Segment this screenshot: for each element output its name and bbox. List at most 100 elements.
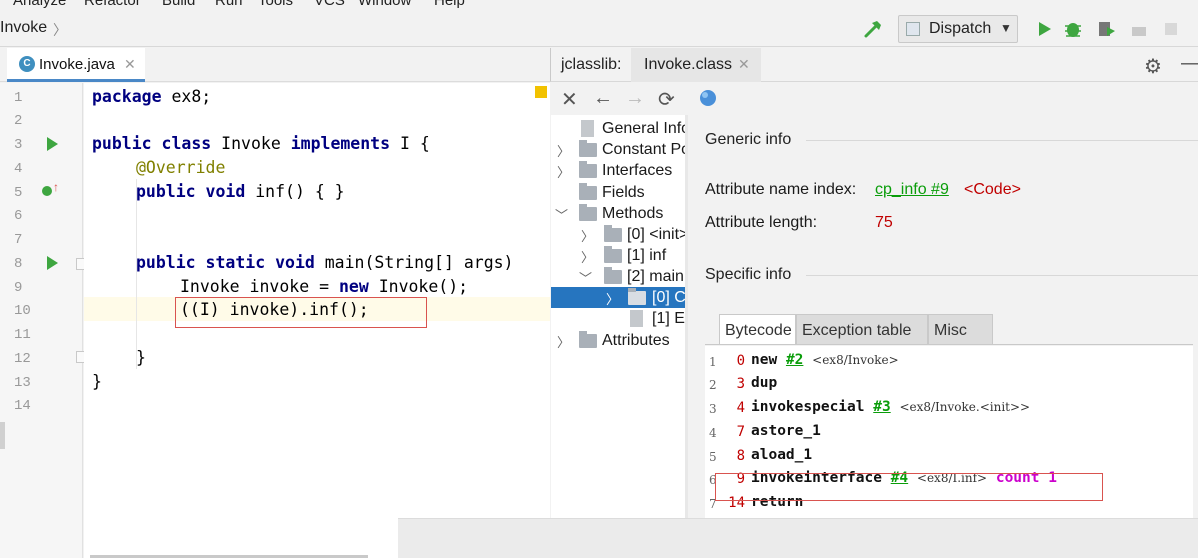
chevron-right-icon[interactable]: 〉 <box>581 226 594 245</box>
breadcrumb[interactable]: Invoke <box>0 19 47 37</box>
tree-node-attributes[interactable]: 〉 Attributes <box>551 331 685 353</box>
tool-window-stripe <box>0 422 5 449</box>
constant-pool-link[interactable]: #3 <box>873 399 890 415</box>
bytecode-instruction: astore_1 <box>751 423 821 439</box>
constant-pool-link[interactable]: #2 <box>786 352 803 368</box>
menu-window[interactable]: Window <box>358 0 411 9</box>
gear-icon[interactable]: ⚙ <box>1144 54 1162 79</box>
tree-node-method-init[interactable]: 〉 [0] <init> <box>551 225 685 247</box>
close-icon[interactable]: ✕ <box>738 56 750 73</box>
tree-node-methods[interactable]: ﹀ Methods <box>551 204 685 226</box>
menu-build[interactable]: Build <box>162 0 195 9</box>
tree-node-interfaces[interactable]: 〉 Interfaces <box>551 161 685 183</box>
chevron-right-icon[interactable]: 〉 <box>606 289 619 308</box>
line-number: 2 <box>14 113 23 129</box>
folder-icon <box>579 140 597 157</box>
folder-icon <box>604 225 622 242</box>
run-gutter-icon[interactable] <box>47 137 58 151</box>
tab-invoke-java[interactable]: C Invoke.java ✕ <box>7 48 145 82</box>
chevron-right-icon[interactable]: 〉 <box>581 247 594 266</box>
web-globe-icon[interactable] <box>699 89 717 107</box>
debug-bug-icon[interactable] <box>1062 18 1084 40</box>
tab-bytecode[interactable]: Bytecode <box>719 314 796 345</box>
bytecode-line-number: 3 <box>709 402 717 416</box>
bytecode-offset: 0 <box>736 353 745 369</box>
run-config-selector[interactable]: Dispatch ▼ <box>898 15 1018 43</box>
code-line-4: @Override <box>136 158 226 177</box>
chevron-right-icon[interactable]: 〉 <box>557 332 570 351</box>
close-icon[interactable]: ✕ <box>561 87 578 112</box>
bytecode-offset: 7 <box>736 424 745 440</box>
chevron-right-icon[interactable]: 〉 <box>557 162 570 181</box>
line-number: 7 <box>14 232 23 248</box>
stop-icon[interactable] <box>1160 18 1182 40</box>
tab-misc[interactable]: Misc <box>928 314 993 345</box>
tab-invoke-class[interactable]: Invoke.class ✕ <box>631 48 761 82</box>
implements-method-icon[interactable] <box>42 186 52 196</box>
close-icon[interactable]: ✕ <box>124 56 136 73</box>
line-number: 4 <box>14 161 23 177</box>
tree-node-exceptions[interactable]: [1] Exceptions <box>551 310 685 331</box>
menu-tools[interactable]: Tools <box>258 0 293 9</box>
folder-icon <box>579 204 597 221</box>
forward-arrow-icon[interactable]: → <box>625 87 645 110</box>
tree-node-method-main[interactable]: ﹀ [2] main <box>551 267 685 289</box>
attribute-name-link[interactable]: cp_info #9 <box>875 181 949 199</box>
bytecode-row: 1 0 new #2 <ex8/Invoke> <box>705 352 1193 374</box>
tree-node-method-inf[interactable]: 〉 [1] inf <box>551 246 685 268</box>
code-line-12: } <box>136 348 146 367</box>
code-line-13: } <box>92 372 102 391</box>
bytecode-row: 3 4 invokespecial #3 <ex8/Invoke.<init>> <box>705 399 1193 421</box>
chevron-right-icon[interactable]: 〉 <box>557 141 570 160</box>
bytecode-line-number: 2 <box>709 378 717 392</box>
tree-node-fields[interactable]: Fields <box>551 183 685 205</box>
menu-analyze[interactable]: Analyze <box>13 0 66 9</box>
warning-marker-icon[interactable] <box>535 86 547 98</box>
attribute-name-value: <Code> <box>964 181 1021 198</box>
chevron-down-icon[interactable]: ﹀ <box>555 205 568 224</box>
menu-help[interactable]: Help <box>434 0 465 9</box>
bytecode-offset: 8 <box>736 448 745 464</box>
tree-node-general-info[interactable]: General Info <box>551 120 685 141</box>
profile-icon[interactable] <box>1128 18 1150 40</box>
menu-bar: Analyze Refactor Build Run Tools VCS Win… <box>0 0 1198 11</box>
refresh-icon[interactable]: ⟳ <box>658 87 675 112</box>
file-icon <box>581 120 594 137</box>
folder-icon <box>628 288 646 305</box>
bytecode-row: 4 7 astore_1 <box>705 423 1193 445</box>
navigation-bar: Invoke 〉 Dispatch ▼ <box>0 11 1198 47</box>
chevron-down-icon[interactable]: ﹀ <box>579 268 592 287</box>
run-icon[interactable] <box>1033 18 1055 40</box>
class-structure-tree[interactable]: General Info 〉 Constant Pool 〉 Interface… <box>551 115 685 518</box>
tree-node-constant-pool[interactable]: 〉 Constant Pool <box>551 140 685 162</box>
minimize-icon[interactable]: — <box>1181 52 1198 75</box>
run-with-coverage-icon[interactable] <box>1095 18 1117 40</box>
menu-vcs[interactable]: VCS <box>314 0 345 9</box>
attribute-length-value: 75 <box>875 214 893 231</box>
tab-exception-table[interactable]: Exception table <box>796 314 928 345</box>
attribute-length-label: Attribute length: <box>705 214 818 231</box>
line-number: 1 <box>14 90 23 106</box>
run-gutter-icon[interactable] <box>47 256 58 270</box>
editor-tab-bar: C Invoke.java ✕ <box>0 48 550 82</box>
line-number: 3 <box>14 137 23 153</box>
menu-refactor[interactable]: Refactor <box>84 0 141 9</box>
build-hammer-icon[interactable] <box>862 18 884 40</box>
line-number: 9 <box>14 280 23 296</box>
section-title-generic-info: Generic info <box>705 131 792 148</box>
file-icon <box>630 310 643 327</box>
java-class-icon: C <box>19 56 35 72</box>
bytecode-highlight-box <box>715 473 1103 501</box>
bytecode-line-number: 1 <box>709 355 717 369</box>
indent-guide <box>136 179 137 369</box>
tree-node-label: [0] <init> <box>627 226 685 243</box>
editor-gutter: 1 2 3 4 5 6 7 8 9 10 11 12 13 14 ↑ <box>0 83 88 558</box>
tree-node-code[interactable]: 〉 [0] Code <box>551 288 685 310</box>
folder-icon <box>604 246 622 263</box>
back-arrow-icon[interactable]: ← <box>593 87 613 110</box>
divider <box>806 140 1198 141</box>
menu-run[interactable]: Run <box>215 0 243 9</box>
bytecode-offset: 3 <box>736 376 745 392</box>
line-number: 11 <box>14 327 31 343</box>
line-number: 12 <box>14 351 31 367</box>
